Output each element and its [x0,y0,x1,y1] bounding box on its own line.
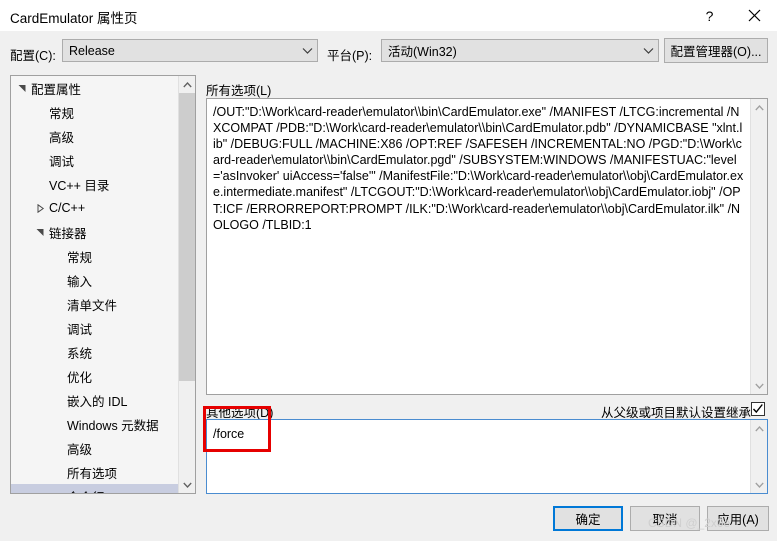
expand-arrow-closed-icon[interactable] [33,203,47,213]
tree-item[interactable]: 所有选项 [11,460,180,484]
scroll-up-icon[interactable] [751,420,767,437]
configuration-label: 配置(C): [10,49,56,63]
chevron-down-icon [638,47,658,54]
tree-item-label: 命令行 [65,487,105,494]
property-tree[interactable]: 配置属性 常规 高级 调试 VC++ 目录 C/C++ 链接器 常规 输入 清单文件 调试 系统 优化嵌… [11,76,180,493]
tree-item-label: 调试 [49,154,75,169]
tree-item[interactable]: 链接器 [11,220,180,244]
tree-item-label: 高级 [67,442,93,457]
apply-button[interactable]: 应用(A) [707,506,769,531]
scroll-down-icon[interactable] [179,476,195,493]
tree-item-label: VC++ 目录 [49,178,110,193]
tree-item[interactable]: 调试 [11,148,180,172]
tree-item-label: 输入 [67,274,93,289]
tree-item[interactable]: 高级 [11,436,180,460]
close-icon [748,9,761,22]
checkmark-icon [752,404,763,414]
scroll-up-icon[interactable] [179,76,195,93]
tree-item-label: 系统 [67,346,93,361]
tree-item[interactable]: Windows 元数据 [11,412,180,436]
configuration-manager-button[interactable]: 配置管理器(O)... [664,38,768,63]
tree-item-label: 常规 [67,250,93,265]
ok-button[interactable]: 确定 [553,506,623,531]
tree-item[interactable]: 调试 [11,316,180,340]
tree-item[interactable]: 系统 [11,340,180,364]
question-mark-icon: ? [705,7,714,24]
tree-item[interactable]: 命令行 [11,484,180,494]
platform-label: 平台(P): [327,49,373,63]
window-title: CardEmulator 属性页 [10,11,138,26]
all-options-vertical-scrollbar[interactable] [750,99,767,394]
scroll-down-icon[interactable] [751,476,767,493]
platform-value: 活动(Win32) [388,45,457,59]
other-options-text: /force [213,427,245,441]
tree-item-label: 嵌入的 IDL [67,394,128,409]
expand-arrow-open-icon[interactable] [33,228,47,237]
tree-item[interactable]: 配置属性 [11,76,180,100]
tree-item-label: 链接器 [49,226,87,241]
tree-item-label: 高级 [49,130,75,145]
cancel-button[interactable]: 取消 [630,506,700,531]
tree-item-label: 配置属性 [31,82,82,97]
configuration-dropdown[interactable]: Release [62,39,318,62]
tree-item[interactable]: 输入 [11,268,180,292]
chevron-down-icon [297,47,317,54]
scroll-up-icon[interactable] [751,99,767,116]
expand-arrow-open-icon[interactable] [15,84,29,93]
tree-item-label: 优化 [67,370,93,385]
tree-item-label: C/C++ [49,201,86,215]
tree-vertical-scrollbar[interactable] [178,76,195,493]
tree-item-label: 清单文件 [67,298,118,313]
tree-item-label: 所有选项 [67,466,118,481]
inherit-checkbox[interactable] [751,402,765,416]
other-options-textarea[interactable]: /force [206,419,768,494]
tree-item-label: 调试 [67,322,93,337]
property-tree-panel: 配置属性 常规 高级 调试 VC++ 目录 C/C++ 链接器 常规 输入 清单文件 调试 系统 优化嵌… [10,75,196,494]
tree-item[interactable]: 优化 [11,364,180,388]
all-options-text: /OUT:"D:\Work\card-reader\emulator\\bin\… [213,105,744,232]
tree-item-label: 常规 [49,106,75,121]
tree-item[interactable]: C/C++ [11,196,180,220]
platform-dropdown[interactable]: 活动(Win32) [381,39,659,62]
tree-item[interactable]: 嵌入的 IDL [11,388,180,412]
all-options-textarea[interactable]: /OUT:"D:\Work\card-reader\emulator\\bin\… [206,98,768,395]
configuration-value: Release [69,43,115,58]
other-options-vertical-scrollbar[interactable] [750,420,767,493]
tree-item[interactable]: 常规 [11,100,180,124]
tree-item-label: Windows 元数据 [67,418,159,433]
tree-item[interactable]: 常规 [11,244,180,268]
all-options-label: 所有选项(L) [206,84,272,98]
tree-item[interactable]: 清单文件 [11,292,180,316]
close-button[interactable] [732,0,777,31]
tree-item[interactable]: VC++ 目录 [11,172,180,196]
scroll-down-icon[interactable] [751,377,767,394]
title-bar: CardEmulator 属性页 ? [0,0,777,31]
tree-item[interactable]: 高级 [11,124,180,148]
scroll-thumb[interactable] [179,93,195,381]
help-button[interactable]: ? [687,0,732,31]
